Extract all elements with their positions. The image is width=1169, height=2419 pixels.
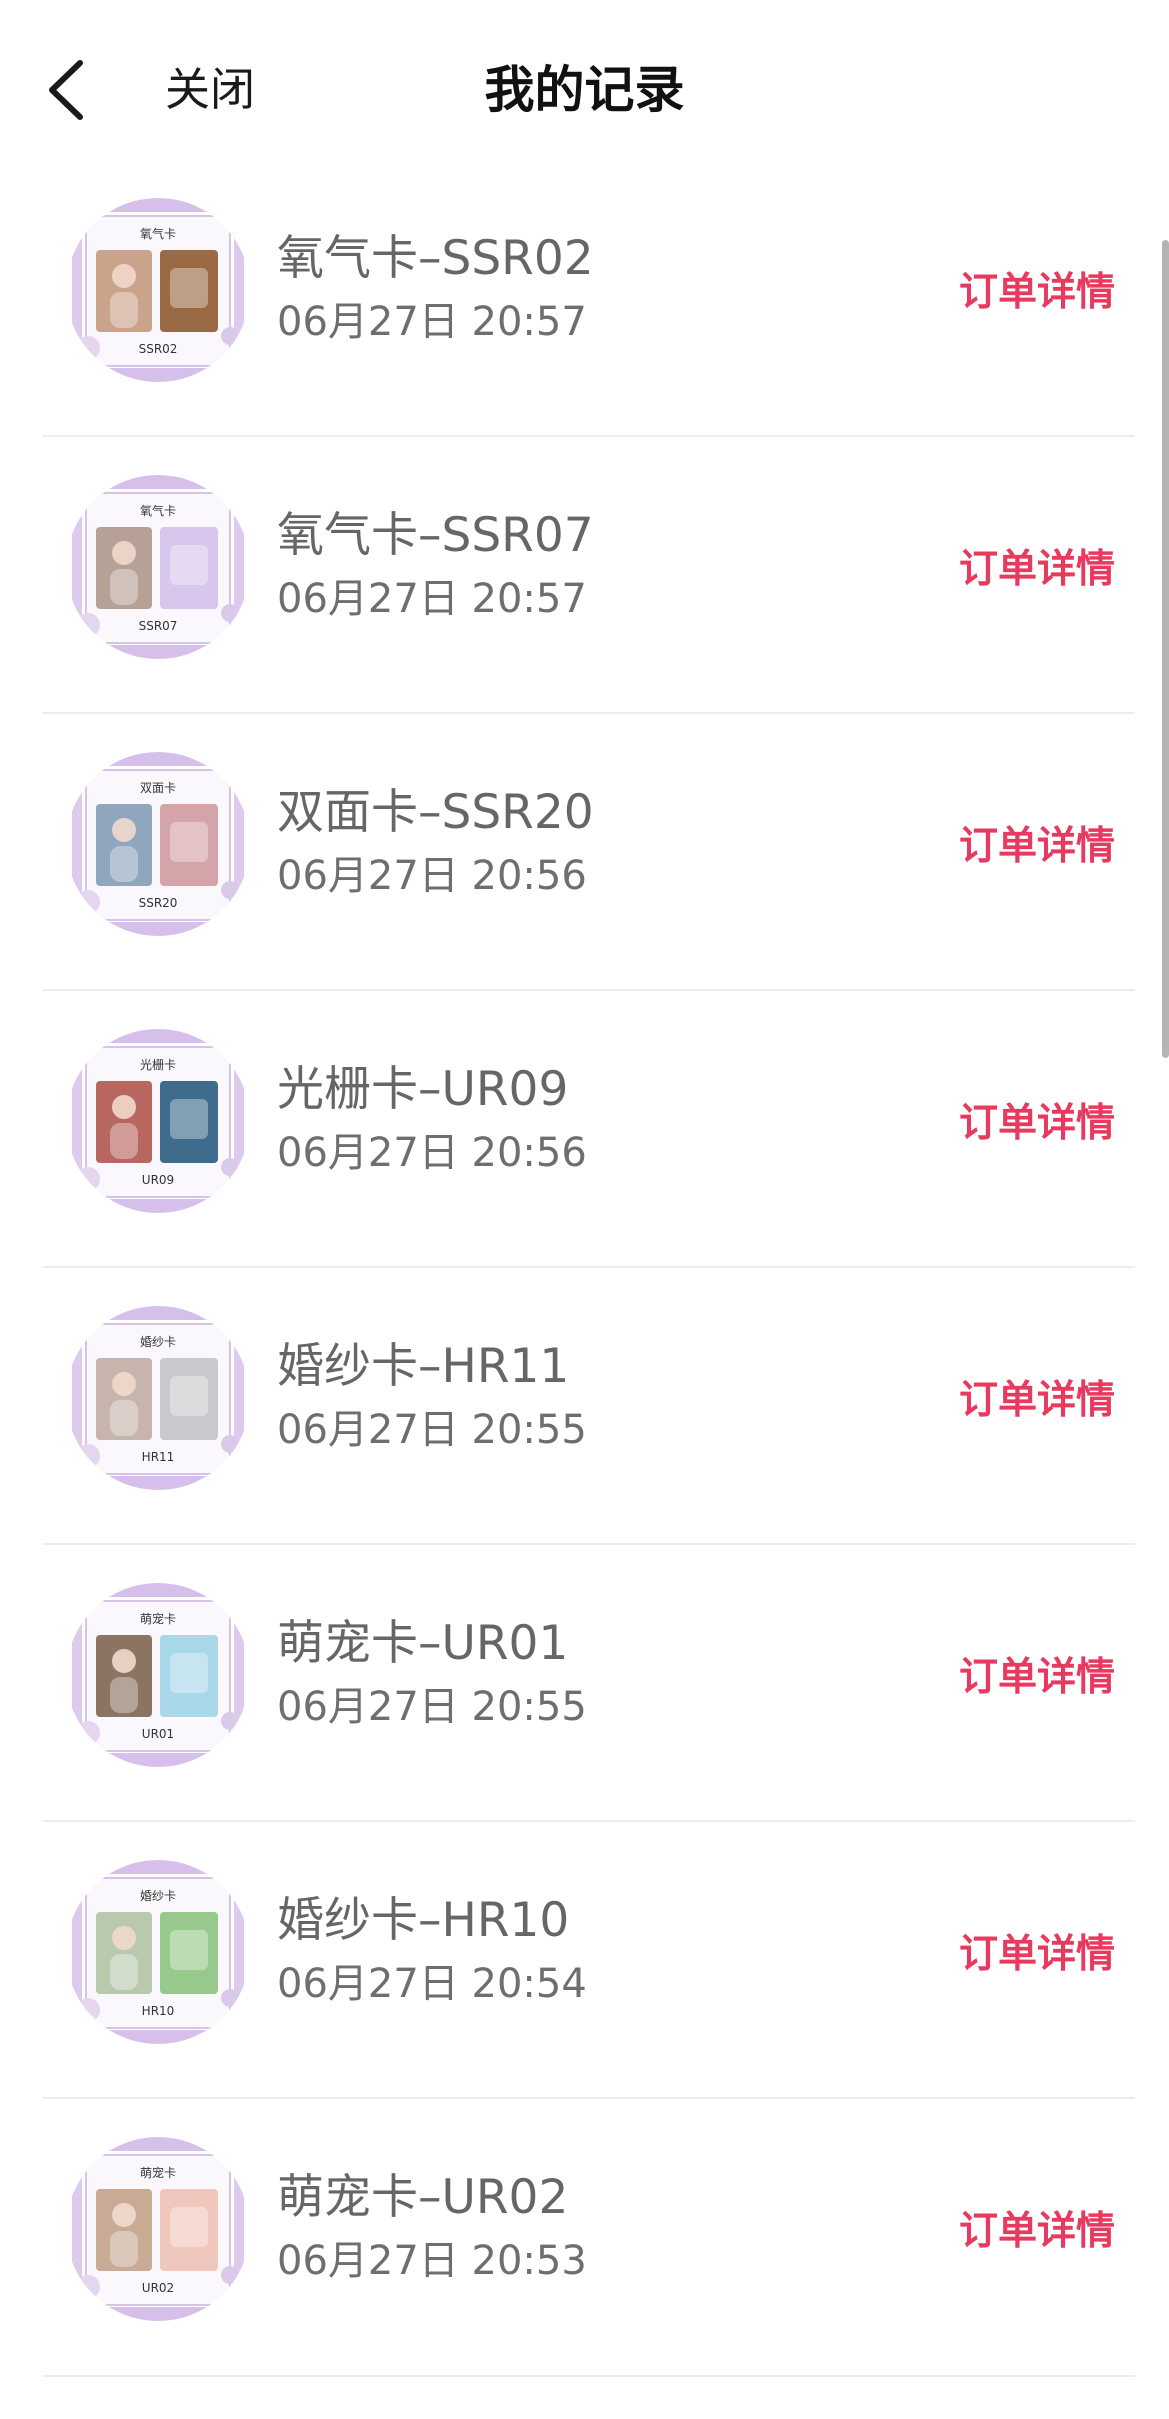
page-title: 我的记录: [484, 61, 685, 119]
card-thumbnail: 萌宠卡 UR01: [66, 1583, 250, 1767]
order-detail-link[interactable]: 订单详情: [959, 2207, 1115, 2257]
record-title: 婚纱卡–HR10: [277, 1893, 570, 1948]
order-detail-link[interactable]: 订单详情: [959, 268, 1115, 318]
record-timestamp: 06月27日 20:55: [277, 1684, 587, 1730]
card-label: 婚纱卡: [140, 1889, 176, 1903]
record-title: 萌宠卡–UR01: [277, 1616, 569, 1671]
order-detail-link[interactable]: 订单详情: [959, 545, 1115, 595]
record-timestamp: 06月27日 20:56: [277, 853, 587, 899]
record-row[interactable]: 双面卡 SSR20 双面卡–SSR20 06月27日 20:56 订单详情: [0, 714, 1169, 991]
record-timestamp: 06月27日 20:57: [277, 576, 587, 622]
card-thumbnail: 氧气卡 SSR07: [66, 475, 250, 659]
card-thumbnail: 婚纱卡 HR10: [66, 1860, 250, 2044]
order-detail-link[interactable]: 订单详情: [959, 1099, 1115, 1149]
order-detail-link[interactable]: 订单详情: [959, 1930, 1115, 1980]
record-row[interactable]: 婚纱卡 HR11 婚纱卡–HR11 06月27日 20:55 订单详情: [0, 1268, 1169, 1545]
card-label: 婚纱卡: [140, 1335, 176, 1349]
card-thumbnail: 光栅卡 UR09: [66, 1029, 250, 1213]
record-timestamp: 06月27日 20:57: [277, 299, 587, 345]
card-image: 婚纱卡 HR10: [66, 1860, 250, 2044]
card-image: 萌宠卡 UR01: [66, 1583, 250, 1767]
record-row[interactable]: 萌宠卡 UR01 萌宠卡–UR01 06月27日 20:55 订单详情: [0, 1545, 1169, 1822]
record-title: 氧气卡–SSR07: [277, 508, 594, 563]
order-detail-link[interactable]: 订单详情: [959, 822, 1115, 872]
card-code: UR01: [142, 1727, 174, 1741]
card-code: SSR20: [139, 896, 178, 910]
card-image: 氧气卡 SSR07: [66, 475, 250, 659]
card-label: 萌宠卡: [140, 1611, 176, 1626]
record-title: 萌宠卡–UR02: [277, 2170, 569, 2225]
card-code: HR10: [142, 2004, 175, 2018]
record-title: 双面卡–SSR20: [277, 785, 594, 840]
card-code: HR11: [142, 1450, 175, 1464]
record-title: 氧气卡–SSR02: [277, 231, 594, 286]
card-thumbnail: 萌宠卡 UR02: [66, 2137, 250, 2321]
record-timestamp: 06月27日 20:55: [277, 1407, 587, 1453]
card-image: 婚纱卡 HR11: [66, 1306, 250, 1490]
record-list: 氧气卡 SSR02 氧气卡–SSR02 06月27日 20:57 订单详情 氧气卡 SSR0…: [0, 160, 1169, 2376]
scrollbar[interactable]: [1162, 240, 1169, 1058]
card-label: 氧气卡: [140, 226, 176, 241]
card-code: UR09: [142, 1173, 174, 1187]
card-code: UR02: [142, 2281, 174, 2295]
record-row[interactable]: 萌宠卡 UR02 萌宠卡–UR02 06月27日 20:53 订单详情: [0, 2099, 1169, 2376]
card-label: 氧气卡: [140, 503, 176, 518]
card-code: SSR02: [139, 342, 178, 356]
card-image: 萌宠卡 UR02: [66, 2137, 250, 2321]
record-timestamp: 06月27日 20:56: [277, 1130, 587, 1176]
record-title: 婚纱卡–HR11: [277, 1339, 570, 1394]
card-label: 萌宠卡: [140, 2165, 176, 2180]
card-image: 双面卡 SSR20: [66, 752, 250, 936]
record-timestamp: 06月27日 20:54: [277, 1961, 587, 2007]
divider: [43, 2375, 1135, 2377]
record-title: 光栅卡–UR09: [277, 1062, 569, 1117]
card-label: 光栅卡: [140, 1057, 176, 1072]
card-image: 氧气卡 SSR02: [66, 198, 250, 382]
card-thumbnail: 双面卡 SSR20: [66, 752, 250, 936]
record-row[interactable]: 氧气卡 SSR07 氧气卡–SSR07 06月27日 20:57 订单详情: [0, 437, 1169, 714]
order-detail-link[interactable]: 订单详情: [959, 1376, 1115, 1426]
record-row[interactable]: 氧气卡 SSR02 氧气卡–SSR02 06月27日 20:57 订单详情: [0, 160, 1169, 437]
card-code: SSR07: [139, 619, 178, 633]
header: 关闭 我的记录: [0, 0, 1169, 185]
card-label: 双面卡: [140, 781, 176, 795]
card-thumbnail: 氧气卡 SSR02: [66, 198, 250, 382]
record-timestamp: 06月27日 20:53: [277, 2238, 587, 2284]
card-thumbnail: 婚纱卡 HR11: [66, 1306, 250, 1490]
order-detail-link[interactable]: 订单详情: [959, 1653, 1115, 1703]
card-image: 光栅卡 UR09: [66, 1029, 250, 1213]
record-row[interactable]: 婚纱卡 HR10 婚纱卡–HR10 06月27日 20:54 订单详情: [0, 1822, 1169, 2099]
record-row[interactable]: 光栅卡 UR09 光栅卡–UR09 06月27日 20:56 订单详情: [0, 991, 1169, 1268]
